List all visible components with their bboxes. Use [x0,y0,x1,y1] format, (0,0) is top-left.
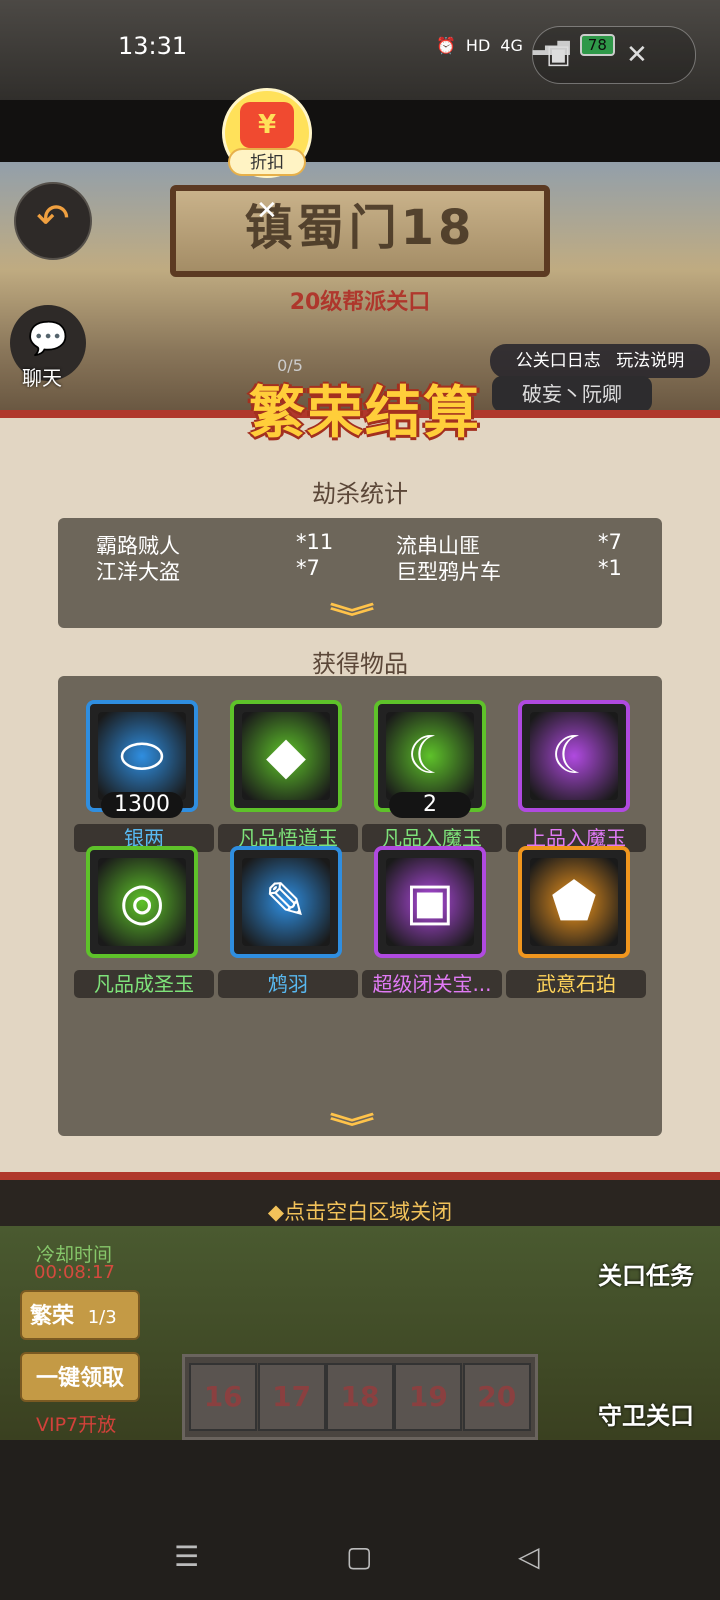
bottom-dark-area [0,1440,720,1600]
item-background: ✎ [242,858,330,946]
player-name-tag: 破妄丶阮卿 [492,376,652,412]
green-moon-icon: ☾ [406,726,454,786]
level-tile[interactable]: 17 [257,1363,326,1431]
stage-subtitle: 20级帮派关口 [289,290,431,315]
discount-label: 折扣 [228,148,306,176]
level-tile[interactable]: 19 [394,1363,463,1431]
guard-gate-button[interactable]: 守卫关口 [586,1396,706,1431]
item-count: 2 [389,792,471,818]
back-button[interactable]: ↶ [14,182,92,260]
silver-ingot-icon: ⬭ [119,726,165,786]
status-time: 13:31 [118,32,188,60]
gate-log-tag[interactable]: 公关口日志 玩法说明 [490,344,710,378]
item-name: 超级闭关宝... [362,970,502,998]
vip-hint: VIP7开放 [36,1414,117,1436]
item-slot[interactable]: ☾ [518,700,630,812]
item-slot[interactable]: ⬟ [518,846,630,958]
roof-band [0,100,720,162]
purple-moon-icon: ☾ [550,726,598,786]
green-gem-icon: ◆ [266,726,306,786]
level-tile[interactable]: 16 [189,1363,258,1431]
screen-record-icon[interactable]: ▣ [546,40,571,70]
item-background: ▣ [386,858,474,946]
items-section-title: 获得物品 [312,650,408,678]
feather-icon: ✎ [264,872,308,932]
item-background: ◎ [98,858,186,946]
discount-close-icon[interactable]: ✕ [256,196,278,226]
network-icon: 4G [500,35,523,55]
discount-button[interactable]: ¥ 折扣 [222,88,314,184]
chat-icon: 💬 [28,319,68,357]
kill-section-title: 劫杀统计 [312,480,408,508]
item-background: ☾ [530,712,618,800]
kill-count: *11 [296,530,334,554]
expand-kills-chevron-icon[interactable]: ︾ [330,596,375,636]
red-envelope-icon: ¥ [240,102,294,148]
item-name: 凡品成圣玉 [74,970,214,998]
help-label: 玩法说明 [616,351,685,371]
stage-title: 镇蜀门18 [244,200,476,256]
item-slot[interactable]: ◎ [86,846,198,958]
item-slot[interactable]: ◆ [230,700,342,812]
level-tile[interactable]: 20 [462,1363,531,1431]
level-selector: 16 17 18 19 20 [182,1354,538,1440]
prosperity-count: 1/3 [87,1307,117,1328]
prosperity-label: 繁荣 [30,1304,75,1329]
level-tile[interactable]: 18 [325,1363,394,1431]
item-name: 武意石珀 [506,970,646,998]
item-background: ☾ [386,712,474,800]
amber-crystal-icon: ⬟ [551,872,597,932]
item-slot[interactable]: ✎ [230,846,342,958]
cooldown-time: 00:08:17 [34,1262,115,1283]
item-background: ⬟ [530,858,618,946]
alarm-icon: ⏰ [436,35,456,55]
modal-title: 繁荣结算 [249,381,481,446]
expand-items-chevron-icon[interactable]: ︾ [330,1106,375,1146]
kill-count: *1 [598,556,622,580]
menu-nav-icon[interactable]: ☰ [174,1540,199,1573]
close-capsule-icon[interactable]: ✕ [626,40,648,70]
kill-count: *7 [296,556,320,580]
treasure-chest-icon: ▣ [405,872,455,932]
item-slot[interactable]: ▣ [374,846,486,958]
chat-label: 聊天 [22,366,62,390]
back-arrow-icon: ↶ [36,196,70,242]
prosperity-button[interactable]: 繁荣 1/3 [20,1290,140,1340]
gate-log-label: 公关口日志 [515,351,601,371]
item-name: 鸩羽 [218,970,358,998]
claim-all-button[interactable]: 一键领取 [20,1352,140,1402]
close-hint[interactable]: ◆点击空白区域关闭 [0,1196,720,1226]
item-background: ⬭ [98,712,186,800]
item-count: 1300 [101,792,183,818]
home-nav-icon[interactable]: ▢ [346,1540,372,1573]
kill-name: 巨型鸦片车 [396,560,501,584]
hd-icon: HD [465,35,491,55]
green-swirl-icon: ◎ [119,872,165,932]
gate-task-button[interactable]: 关口任务 [586,1256,706,1291]
item-background: ◆ [242,712,330,800]
kill-name: 江洋大盗 [96,560,180,584]
kill-count: *7 [598,530,622,554]
back-nav-icon[interactable]: ◁ [518,1540,540,1573]
